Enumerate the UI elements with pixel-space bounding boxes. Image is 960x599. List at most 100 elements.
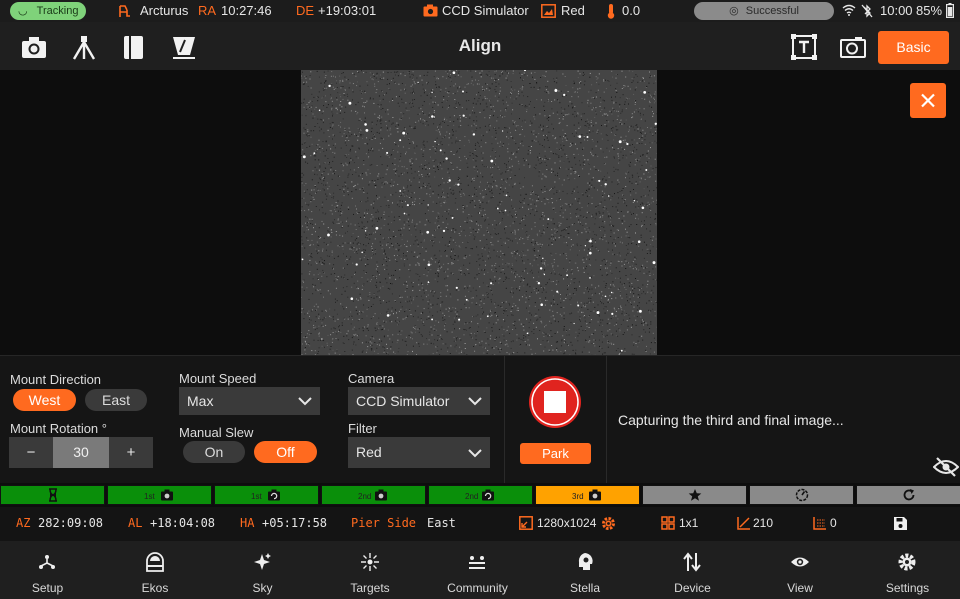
status-message: Capturing the third and final image... [618, 412, 844, 428]
nav-item-device[interactable]: Device [639, 541, 746, 599]
capture-preview-icon[interactable] [840, 34, 866, 60]
nav-item-setup[interactable]: Setup [0, 541, 101, 599]
de-label: DE [296, 3, 315, 18]
chevron-down-icon [468, 449, 482, 458]
mount-direction-label: Mount Direction [10, 372, 102, 387]
gain-value: 210 [753, 516, 774, 530]
nav-item-view[interactable]: View [747, 541, 854, 599]
camera-label: Camera [348, 371, 395, 386]
ra-value: 10:27:46 [221, 3, 272, 18]
stop-capture-button[interactable] [528, 375, 582, 429]
ra-label: RA [198, 3, 217, 18]
nav-item-stella[interactable]: Stella [532, 541, 639, 599]
nav-item-label: Community [447, 581, 508, 595]
progress-step [856, 485, 960, 505]
filter-status: Red [561, 3, 585, 18]
hide-panel-icon[interactable] [933, 457, 959, 477]
manual-slew-label: Manual Slew [179, 425, 254, 440]
slew-on-toggle[interactable]: On [183, 441, 245, 463]
nav-item-settings[interactable]: Settings [854, 541, 960, 599]
east-toggle[interactable]: East [85, 389, 147, 411]
status-bar: ◡ Tracking Arcturus RA 10:27:46 DE +19:0… [0, 0, 960, 22]
mount-speed-value: Max [187, 393, 214, 409]
save-icon[interactable] [893, 516, 908, 531]
al-value: +18:04:08 [150, 516, 216, 530]
progress-step: 1st [214, 485, 319, 505]
guide-status: Successful [745, 5, 799, 17]
camera-select[interactable]: CCD Simulator [348, 387, 490, 415]
guide-status-pill[interactable]: ◎ Successful [694, 2, 834, 20]
dust-cap-icon[interactable] [171, 34, 197, 60]
pier-side-label: Pier Side [351, 516, 417, 530]
nav-item-community[interactable]: Community [424, 541, 531, 599]
mount-speed-select[interactable]: Max [179, 387, 320, 415]
slew-off-toggle[interactable]: Off [254, 441, 317, 463]
gain-icon [737, 517, 750, 530]
camera-icon[interactable] [21, 34, 47, 60]
wifi-icon [842, 4, 856, 16]
de-value: +19:03:01 [318, 3, 377, 18]
nav-item-label: Stella [569, 581, 601, 595]
tracking-status: Tracking [36, 5, 79, 17]
battery-level: 85% [916, 3, 943, 18]
tracking-pill[interactable]: ◡ Tracking [10, 2, 87, 20]
notebook-icon[interactable] [121, 34, 147, 60]
progress-step: 3rd [535, 485, 640, 505]
west-toggle[interactable]: West [13, 389, 76, 411]
ha-label: HA [240, 516, 255, 530]
mount-icon[interactable] [71, 34, 97, 60]
resolution-icon [519, 516, 533, 530]
progress-step-label: 2nd [358, 492, 372, 501]
az-value: 282:09:08 [38, 516, 104, 530]
setup-icon [39, 555, 55, 569]
filter-select[interactable]: Red [348, 437, 490, 468]
tracking-icon: ◡ [18, 5, 28, 17]
filter-status-icon [541, 4, 556, 18]
progress-step-label: 3rd [572, 492, 584, 501]
progress-step-label: 1st [251, 492, 262, 501]
top-toolbar: Align Basic [0, 22, 960, 70]
settings-icon [898, 553, 916, 571]
rotation-increment-button[interactable]: + [109, 437, 153, 468]
al-label: AL [128, 516, 143, 530]
ekos-icon [145, 552, 164, 572]
nav-item-label: Ekos [141, 581, 169, 595]
close-icon [921, 93, 935, 108]
filter-value: Red [356, 444, 382, 460]
resolution-value: 1280x1024 [537, 516, 597, 530]
nav-item-ekos[interactable]: Ekos [102, 541, 209, 599]
filter-label: Filter [348, 421, 377, 436]
text-overlay-icon[interactable] [791, 34, 817, 60]
binning-value: 1x1 [679, 516, 699, 530]
camera-status-icon [423, 4, 438, 17]
chevron-down-icon [468, 397, 482, 406]
alignment-progress: 1st 1st 2nd 2nd 3rd [0, 483, 960, 507]
camera-value: CCD Simulator [356, 393, 450, 409]
nav-item-label: Device [674, 581, 711, 595]
device-icon [683, 552, 701, 572]
gear-icon[interactable] [601, 516, 616, 531]
close-button[interactable] [910, 83, 946, 118]
star-field-image[interactable] [301, 70, 657, 355]
progress-step: 1st [107, 485, 212, 505]
view-icon [790, 557, 809, 567]
bluetooth-off-icon [861, 4, 873, 18]
basic-mode-button[interactable]: Basic [878, 31, 949, 64]
image-viewport [0, 70, 960, 355]
rotation-decrement-button[interactable]: − [9, 437, 53, 468]
stella-icon [578, 553, 593, 570]
mount-speed-label: Mount Speed [179, 371, 257, 386]
community-icon [469, 556, 485, 569]
chevron-down-icon [298, 397, 312, 406]
divider [504, 356, 505, 484]
progress-step-label: 1st [144, 492, 155, 501]
camera-status: CCD Simulator [442, 3, 529, 18]
nav-item-label: Targets [350, 581, 390, 595]
nav-item-targets[interactable]: Targets [317, 541, 424, 599]
rotation-value-input[interactable]: 30 [53, 437, 109, 468]
progress-step: 2nd [321, 485, 426, 505]
star-field-noise [301, 70, 657, 355]
park-button[interactable]: Park [520, 443, 591, 464]
align-control-panel: Mount Direction West East Mount Rotation… [0, 355, 960, 484]
nav-item-sky[interactable]: Sky [209, 541, 316, 599]
